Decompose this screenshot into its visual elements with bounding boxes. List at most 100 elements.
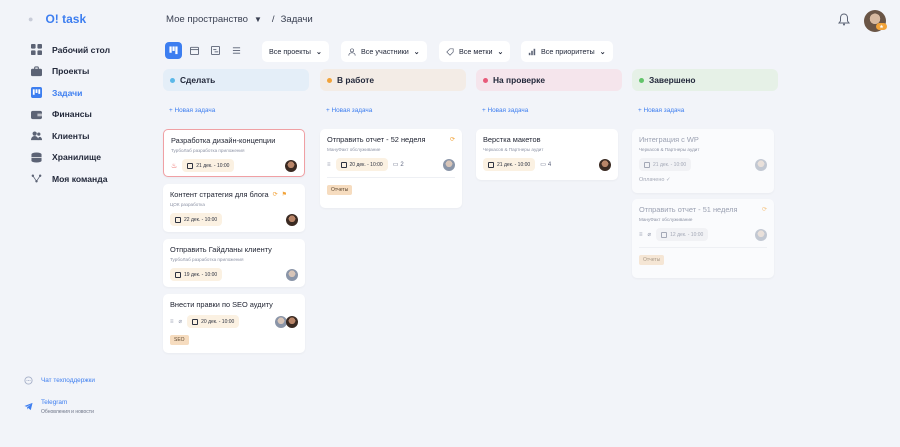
- comment-icon: ▭: [540, 162, 546, 168]
- team-icon: [30, 173, 42, 185]
- calendar-icon: [192, 318, 199, 325]
- sidebar: ● O! task Рабочий стол Проекты Задачи Фи…: [0, 0, 150, 447]
- chevron-down-icon: ⌄: [413, 48, 420, 56]
- assignee-avatar[interactable]: [599, 158, 611, 171]
- filter-label: Все проекты: [269, 47, 311, 56]
- task-project: Черкасов & Партнеры аудит: [483, 147, 544, 152]
- task-title: Разработка дизайн-концепции: [171, 136, 276, 145]
- filter-tags[interactable]: Все метки ⌄: [439, 41, 511, 62]
- add-task-button[interactable]: + Новая задача: [326, 107, 466, 117]
- task-title: Отправить отчет - 51 неделя: [639, 205, 738, 214]
- sidebar-item-projects[interactable]: Проекты: [30, 61, 110, 83]
- task-card[interactable]: Отправить Гайдланы клиенту ТурбоЛаб разр…: [163, 239, 305, 287]
- calendar-icon: [187, 162, 194, 169]
- telegram-link[interactable]: Telegram Обновления и новости: [24, 399, 94, 415]
- task-footer: ♨ 21 дек. - 10:00: [171, 159, 297, 172]
- task-footer: ≡ ⌀ 20 дек. - 10:00: [170, 315, 298, 328]
- task-project: ТурбоЛаб разработка приложения: [171, 148, 245, 153]
- assignee-avatar[interactable]: [443, 158, 455, 171]
- list-view-icon: [232, 47, 241, 54]
- due-date-text: 12 дек. - 10:00: [670, 231, 704, 238]
- task-card[interactable]: Разработка дизайн-концепции ТурбоЛаб раз…: [163, 129, 305, 177]
- view-calendar-button[interactable]: [186, 42, 203, 59]
- bell-icon[interactable]: [838, 13, 850, 26]
- column-title: Сделать: [180, 75, 216, 85]
- column-header[interactable]: На проверке: [476, 69, 622, 91]
- collapse-icon[interactable]: ●: [28, 14, 33, 24]
- task-tag[interactable]: Отчеты: [327, 185, 353, 195]
- divider: [327, 177, 455, 178]
- task-project: ТурбоЛаб разработка приложения: [170, 257, 244, 262]
- task-card[interactable]: Контент стратегия для блога ⟳ ⚑ ЦОК разр…: [163, 184, 305, 232]
- view-gantt-button[interactable]: [207, 42, 224, 59]
- add-task-button[interactable]: + Новая задача: [638, 107, 778, 117]
- column-header[interactable]: Завершено: [632, 69, 778, 91]
- repeat-icon: ⟳: [272, 192, 278, 198]
- column-review: На проверке + Новая задача: [476, 69, 622, 117]
- filter-participants[interactable]: Все участники ⌄: [341, 41, 427, 62]
- calendar-icon: [340, 161, 347, 168]
- due-date: 21 дек. - 10:00: [483, 158, 536, 171]
- sidebar-item-label: Моя команда: [52, 173, 108, 184]
- assignee-avatar[interactable]: [286, 268, 298, 281]
- assignee-avatar[interactable]: [285, 159, 297, 172]
- person-icon: [348, 47, 356, 56]
- view-list-button[interactable]: [228, 42, 245, 59]
- comments-count: ▭ 4: [540, 161, 552, 169]
- status-dot: [170, 77, 175, 83]
- calendar-view-icon: [190, 46, 199, 55]
- task-tag[interactable]: SEO: [170, 335, 189, 345]
- chevron-down-icon[interactable]: ▼: [254, 15, 262, 24]
- priority-bars-icon: [528, 48, 536, 55]
- grid-icon: [30, 44, 42, 56]
- task-card[interactable]: Отправить отчет - 52 неделя ⟳ МануФакт о…: [320, 129, 462, 208]
- status-dot: [639, 77, 644, 83]
- assignee-avatar[interactable]: [286, 213, 298, 226]
- database-icon: [30, 151, 42, 163]
- column-title: В работе: [337, 75, 374, 85]
- sidebar-item-tasks[interactable]: Задачи: [30, 82, 110, 104]
- repeat-icon: ⟳: [449, 137, 455, 143]
- view-kanban-button[interactable]: [165, 42, 182, 59]
- filter-label: Все метки: [459, 47, 493, 56]
- task-card[interactable]: Отправить отчет - 51 неделя ⟳ МануФакт о…: [632, 199, 774, 278]
- task-title: Контент стратегия для блога: [170, 190, 269, 199]
- calendar-icon: [175, 216, 181, 223]
- fire-icon: ♨: [171, 162, 178, 170]
- due-date: 20 дек. - 10:00: [187, 315, 240, 328]
- workspace-selector[interactable]: Мое пространство: [166, 14, 248, 25]
- sidebar-item-team[interactable]: Моя команда: [30, 168, 110, 190]
- task-card[interactable]: Верстка макетов Черкасов & Партнеры ауди…: [476, 129, 618, 180]
- comment-count-text: 4: [547, 161, 552, 168]
- assignee-avatar[interactable]: [286, 315, 298, 328]
- column-header[interactable]: Сделать: [163, 69, 309, 91]
- task-tag[interactable]: Отчеты: [639, 255, 665, 265]
- users-icon: [30, 130, 42, 142]
- support-label: Чат техподдержки: [41, 377, 95, 384]
- task-title: Внести правки по SEO аудиту: [170, 300, 273, 309]
- telegram-title: Telegram: [41, 399, 68, 406]
- sidebar-item-storage[interactable]: Хранилище: [30, 147, 110, 169]
- filter-projects[interactable]: Все проекты ⌄: [262, 41, 329, 62]
- sidebar-item-desktop[interactable]: Рабочий стол: [30, 39, 110, 61]
- task-footer: 21 дек. - 10:00: [639, 158, 767, 171]
- status-dot: [483, 77, 488, 83]
- add-task-button[interactable]: + Новая задача: [169, 107, 309, 117]
- task-title: Верстка макетов: [483, 135, 541, 144]
- app-logo[interactable]: O! task: [45, 12, 86, 26]
- support-chat-link[interactable]: Чат техподдержки: [24, 376, 95, 385]
- gantt-view-icon: [211, 46, 220, 55]
- calendar-icon: [175, 271, 181, 278]
- due-date-text: 21 дек. - 10:00: [653, 161, 687, 168]
- due-date-text: 20 дек. - 10:00: [349, 161, 383, 168]
- add-task-button[interactable]: + Новая задача: [482, 107, 622, 117]
- task-card[interactable]: Внести правки по SEO аудиту ≡ ⌀ 20 дек. …: [163, 294, 305, 353]
- assignee-avatar[interactable]: [755, 228, 767, 241]
- task-card[interactable]: Интеграция с WP Черкасов & Партнеры ауди…: [632, 129, 774, 193]
- column-header[interactable]: В работе: [320, 69, 466, 91]
- filter-priorities[interactable]: Все приоритеты ⌄: [521, 41, 613, 62]
- due-date-text: 21 дек. - 10:00: [497, 161, 531, 168]
- sidebar-item-finance[interactable]: Финансы: [30, 104, 110, 126]
- assignee-avatar[interactable]: [755, 158, 767, 171]
- sidebar-item-clients[interactable]: Клиенты: [30, 125, 110, 147]
